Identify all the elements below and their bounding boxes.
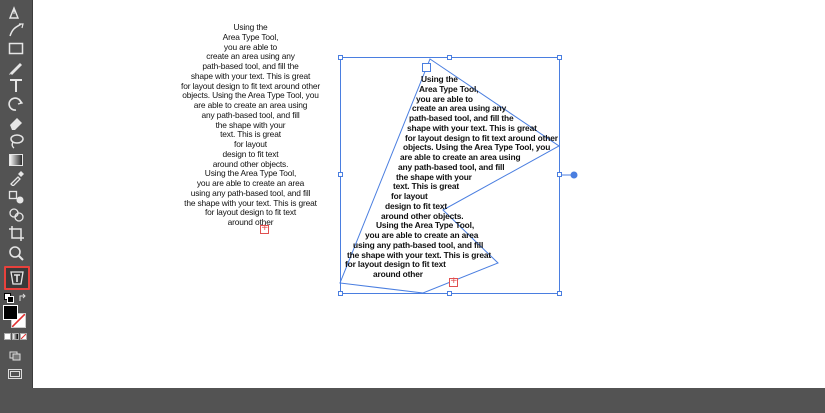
status-bar (0, 388, 825, 413)
curvature-icon (7, 21, 25, 39)
bbox-handle-mr[interactable] (557, 172, 562, 177)
bbox-handle-br[interactable] (557, 291, 562, 296)
area-type-icon (8, 269, 26, 287)
tools-panel: ••• (0, 0, 33, 413)
crop-tool[interactable] (5, 224, 27, 242)
type-icon (7, 76, 25, 94)
text-line: you are able to create an area (365, 230, 479, 240)
draw-mode-icon[interactable] (9, 348, 21, 361)
eraser-tool[interactable] (5, 113, 27, 131)
artboard-canvas[interactable]: Using the Area Type Tool, you are able to c… (33, 0, 825, 388)
rotate-icon (7, 95, 25, 113)
text-line: for layout design to fit text (345, 259, 446, 270)
default-fill-stroke-icon[interactable] (4, 290, 14, 303)
text-line: you are able to (416, 93, 473, 104)
lasso-icon (7, 131, 25, 149)
shape-builder-icon (7, 205, 25, 223)
text-line: Using the (421, 74, 458, 84)
text-line: around other (373, 269, 423, 279)
eyedropper-icon (7, 168, 25, 186)
none-mode-icon[interactable] (20, 333, 27, 340)
shape-builder-tool[interactable] (5, 205, 27, 223)
fill-swatch[interactable] (3, 305, 18, 320)
text-in-port[interactable] (422, 63, 431, 72)
curvature-tool[interactable] (5, 21, 27, 39)
bbox-handle-bc[interactable] (447, 291, 452, 296)
text-line: create an area using any (412, 103, 507, 114)
zoom-icon (7, 244, 25, 262)
rotate-handle (570, 171, 578, 179)
crop-icon (7, 224, 25, 242)
text-line: around other objects. (381, 210, 464, 221)
gradient-mode-icon[interactable] (12, 333, 19, 340)
pencil-icon (7, 58, 25, 76)
pen-tool[interactable] (5, 3, 27, 21)
rectangle-icon (7, 39, 25, 57)
text-line: are able to create an area using (400, 152, 521, 162)
blend-tool[interactable] (5, 187, 27, 205)
text-line: objects. Using the Area Type Tool, you (403, 142, 551, 153)
text-line: path-based tool, and fill the (409, 113, 514, 123)
rotate-tool[interactable] (5, 95, 27, 113)
eraser-icon (7, 113, 25, 131)
blend-icon (7, 187, 25, 205)
pencil-tool[interactable] (5, 58, 27, 76)
swap-fill-stroke-icon[interactable] (18, 290, 28, 301)
rectangle-tool[interactable] (5, 39, 27, 57)
text-line: shape with your text. This is great (407, 122, 537, 133)
text-line: Using the Area Type Tool, (376, 220, 474, 231)
zoom-tool[interactable] (5, 244, 27, 262)
gradient-icon (7, 150, 25, 168)
bbox-handle-ml[interactable] (338, 172, 343, 177)
text-line: any path-based tool, and fill (398, 161, 505, 172)
screen-mode-icon[interactable] (8, 366, 22, 379)
text-line: design to fit text (385, 200, 447, 211)
type-tool[interactable] (5, 76, 27, 94)
bbox-handle-tl[interactable] (338, 55, 343, 60)
text-line: using any path-based tool, and fill (353, 239, 484, 250)
pen-icon (7, 3, 25, 21)
color-mode-icon[interactable] (4, 333, 11, 340)
eyedropper-tool[interactable] (5, 168, 27, 186)
text-line: the shape with your text. This is great (347, 249, 492, 260)
bbox-handle-tr[interactable] (557, 55, 562, 60)
text-line: for layout design to fit text around oth… (405, 132, 558, 143)
shape-text-overflow-indicator[interactable] (449, 276, 458, 287)
lasso-tool[interactable] (5, 131, 27, 149)
text-line: Area Type Tool, (419, 83, 479, 94)
area-type-tool[interactable] (4, 266, 30, 290)
text-line: text. This is great (393, 181, 460, 192)
area-text-shape[interactable]: Using the Area Type Tool, you are able to c… (33, 74, 558, 280)
text-line: for layout (391, 191, 428, 201)
gradient-tool[interactable] (5, 150, 27, 168)
bbox-handle-bl[interactable] (338, 291, 343, 296)
bbox-handle-tc[interactable] (447, 55, 452, 60)
